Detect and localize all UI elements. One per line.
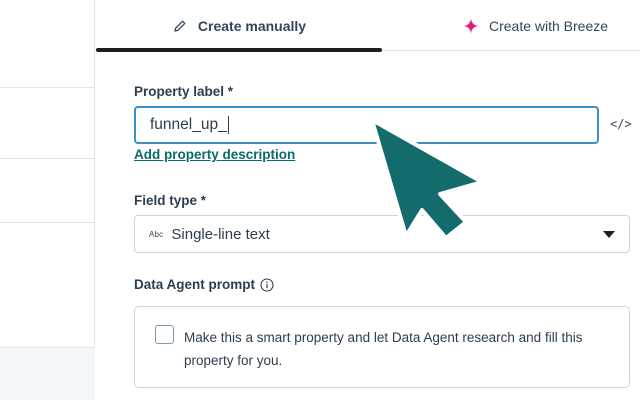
panel-divider xyxy=(0,222,95,223)
chevron-down-icon xyxy=(603,231,615,238)
property-form: Property label * funnel_up_ </> Add prop… xyxy=(134,0,634,400)
text-type-icon: Abc xyxy=(149,229,164,239)
panel-footer xyxy=(0,347,95,400)
panel-divider xyxy=(0,158,95,159)
panel-divider xyxy=(0,87,95,88)
data-agent-label: Data Agent prompt xyxy=(134,277,255,292)
data-agent-heading: Data Agent prompt xyxy=(134,277,274,292)
smart-property-text: Make this a smart property and let Data … xyxy=(184,330,583,368)
field-type-heading: Field type * xyxy=(134,193,207,208)
property-label-heading: Property label * xyxy=(134,84,234,99)
add-description-link[interactable]: Add property description xyxy=(134,147,295,162)
field-type-value: Single-line text xyxy=(171,225,270,243)
background-panel xyxy=(0,0,95,400)
smart-property-checkbox[interactable] xyxy=(155,325,174,344)
property-label-input[interactable]: funnel_up_ xyxy=(134,106,599,144)
code-toggle-icon[interactable]: </> xyxy=(610,117,632,131)
info-icon[interactable] xyxy=(260,277,274,292)
field-type-select[interactable]: Abc Single-line text xyxy=(134,215,630,253)
smart-property-box: Make this a smart property and let Data … xyxy=(134,306,630,388)
text-caret xyxy=(227,116,229,134)
property-label-value: funnel_up_ xyxy=(150,116,227,133)
